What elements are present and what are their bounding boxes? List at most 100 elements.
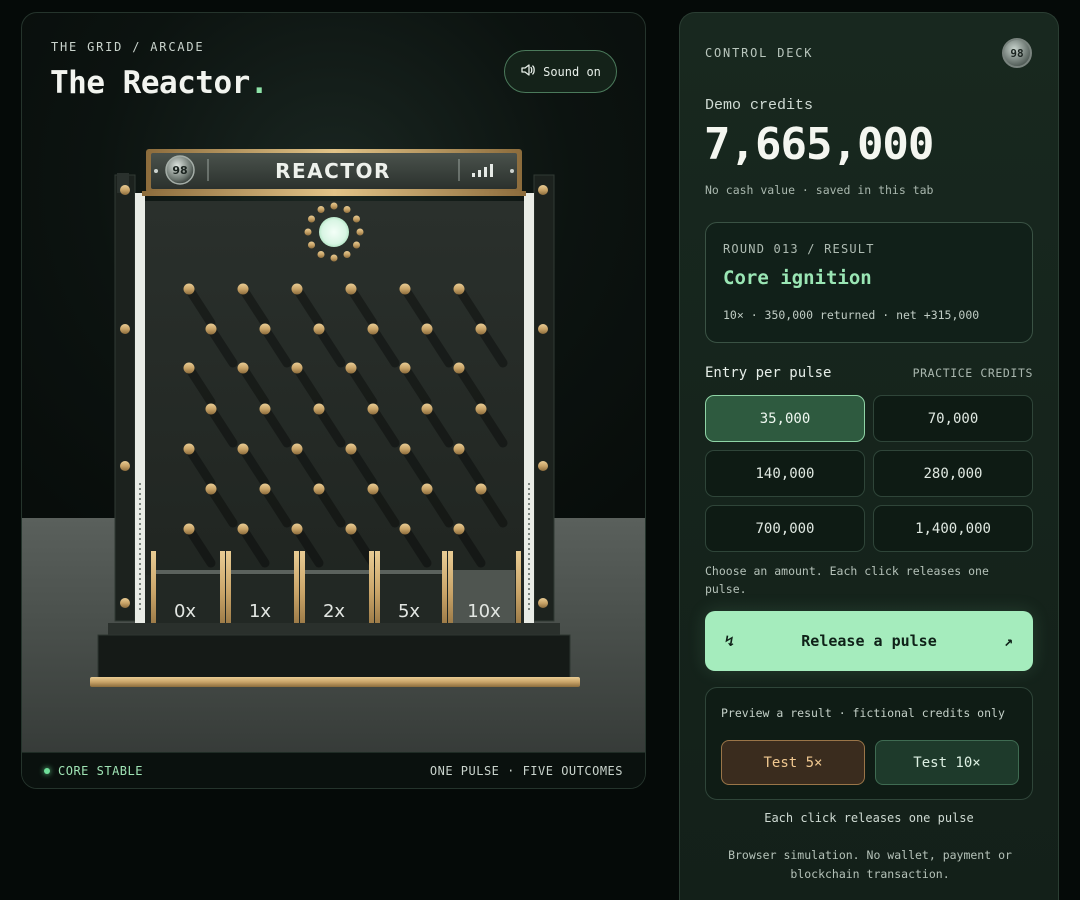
peg xyxy=(183,283,195,295)
bolt-icon: ↯ xyxy=(725,632,735,650)
peg xyxy=(453,523,465,535)
peg xyxy=(205,323,217,335)
preview-note: Preview a result · fictional credits onl… xyxy=(721,706,1005,720)
amount-grid: 35,000 70,000 140,000 280,000 700,000 1,… xyxy=(705,395,1033,552)
game-footer: CORE STABLE ONE PULSE · FIVE OUTCOMES xyxy=(22,752,645,788)
amount-button-700000[interactable]: 700,000 xyxy=(705,505,865,552)
credits-value: 7,665,000 xyxy=(704,119,934,170)
core-ring-dot xyxy=(353,241,360,249)
bucket-divider xyxy=(369,551,374,635)
peg xyxy=(313,483,325,495)
bucket-divider xyxy=(442,551,447,635)
peg xyxy=(291,523,303,535)
peg xyxy=(313,323,325,335)
peg xyxy=(399,523,411,535)
peg xyxy=(345,362,357,374)
core-ring-dot xyxy=(356,228,364,236)
peg xyxy=(259,403,271,415)
bucket-1x: 1x xyxy=(249,601,271,622)
badge-text: 98 xyxy=(1010,46,1024,60)
round-label: ROUND 013 / RESULT xyxy=(723,242,875,256)
bucket-5x: 5x xyxy=(398,601,420,622)
peg xyxy=(259,323,271,335)
bucket-2x: 2x xyxy=(323,601,345,622)
peg xyxy=(399,362,411,374)
peg xyxy=(367,323,379,335)
entry-label: Entry per pulse xyxy=(705,365,832,381)
bucket-divider xyxy=(220,551,225,635)
peg xyxy=(291,443,303,455)
peg xyxy=(399,283,411,295)
each-click-note: Each click releases one pulse xyxy=(764,811,974,825)
release-pulse-button[interactable]: ↯ Release a pulse ↗ xyxy=(705,611,1033,671)
reactor-badge-text: 98 xyxy=(172,164,187,177)
amount-button-1400000[interactable]: 1,400,000 xyxy=(873,505,1033,552)
core-ring-dot xyxy=(304,228,312,236)
footer-caption: ONE PULSE · FIVE OUTCOMES xyxy=(429,763,623,778)
peg xyxy=(237,362,249,374)
game-panel: THE GRID / ARCADE The Reactor. Sound on xyxy=(21,12,646,789)
bucket-divider xyxy=(516,551,521,635)
amount-button-140000[interactable]: 140,000 xyxy=(705,450,865,497)
peg xyxy=(453,362,465,374)
peg xyxy=(345,523,357,535)
peg xyxy=(453,283,465,295)
disclaimer: Browser simulation. No wallet, payment o… xyxy=(728,848,1012,881)
reactor-machine: 98 REACTOR 0x 1x 2x 5x 10x xyxy=(90,149,580,687)
core-ring-dot xyxy=(308,215,315,223)
choose-note: Choose an amount. Each click releases on… xyxy=(705,564,989,596)
bucket-divider xyxy=(151,551,156,635)
result-card: ROUND 013 / RESULT Core ignition 10× · 3… xyxy=(705,222,1033,343)
bucket-divider xyxy=(294,551,299,635)
control-panel: CONTROL DECK 98 Demo credits 7,665,000 N… xyxy=(679,12,1059,900)
peg xyxy=(475,323,487,335)
peg xyxy=(237,443,249,455)
bucket-rim xyxy=(156,570,220,574)
core-ring-dot xyxy=(317,251,325,258)
core-ring-dot xyxy=(343,251,351,258)
test-5x-button[interactable]: Test 5× xyxy=(721,740,865,785)
peg xyxy=(259,483,271,495)
bucket-divider xyxy=(375,551,380,635)
peg xyxy=(291,362,303,374)
core-ring-dot xyxy=(343,206,351,213)
peg xyxy=(183,523,195,535)
amount-button-280000[interactable]: 280,000 xyxy=(873,450,1033,497)
core-ring-dot xyxy=(308,241,315,249)
bucket-0x: 0x xyxy=(174,601,196,622)
bucket-rim xyxy=(231,570,294,574)
round-detail: 10× · 350,000 returned · net +315,000 xyxy=(723,308,980,322)
peg xyxy=(421,403,433,415)
credits-label: Demo credits xyxy=(705,97,814,114)
reactor-name: REACTOR xyxy=(275,159,391,183)
peg xyxy=(345,283,357,295)
peg xyxy=(205,483,217,495)
amount-button-70000[interactable]: 70,000 xyxy=(873,395,1033,442)
round-title: Core ignition xyxy=(723,267,872,289)
peg xyxy=(291,283,303,295)
bucket-divider xyxy=(448,551,453,635)
peg xyxy=(421,483,433,495)
amount-button-35000[interactable]: 35,000 xyxy=(705,395,865,442)
bucket-rim xyxy=(380,570,442,574)
bucket-rim xyxy=(305,570,369,574)
peg xyxy=(237,283,249,295)
peg xyxy=(399,443,411,455)
peg xyxy=(421,323,433,335)
release-label: Release a pulse xyxy=(801,632,937,650)
peg xyxy=(183,362,195,374)
peg xyxy=(475,403,487,415)
credits-note: No cash value · saved in this tab xyxy=(705,183,934,197)
core-ring-dot xyxy=(330,202,338,210)
control-deck-label: CONTROL DECK xyxy=(705,46,814,60)
bucket-divider xyxy=(300,551,305,635)
arrow-up-right-icon: ↗ xyxy=(1003,632,1013,650)
core-ring-dot xyxy=(330,254,338,262)
test-10x-button[interactable]: Test 10× xyxy=(875,740,1019,785)
peg xyxy=(313,403,325,415)
peg xyxy=(237,523,249,535)
peg xyxy=(183,443,195,455)
practice-credits-label: PRACTICE CREDITS xyxy=(912,366,1033,380)
peg xyxy=(345,443,357,455)
peg xyxy=(367,403,379,415)
